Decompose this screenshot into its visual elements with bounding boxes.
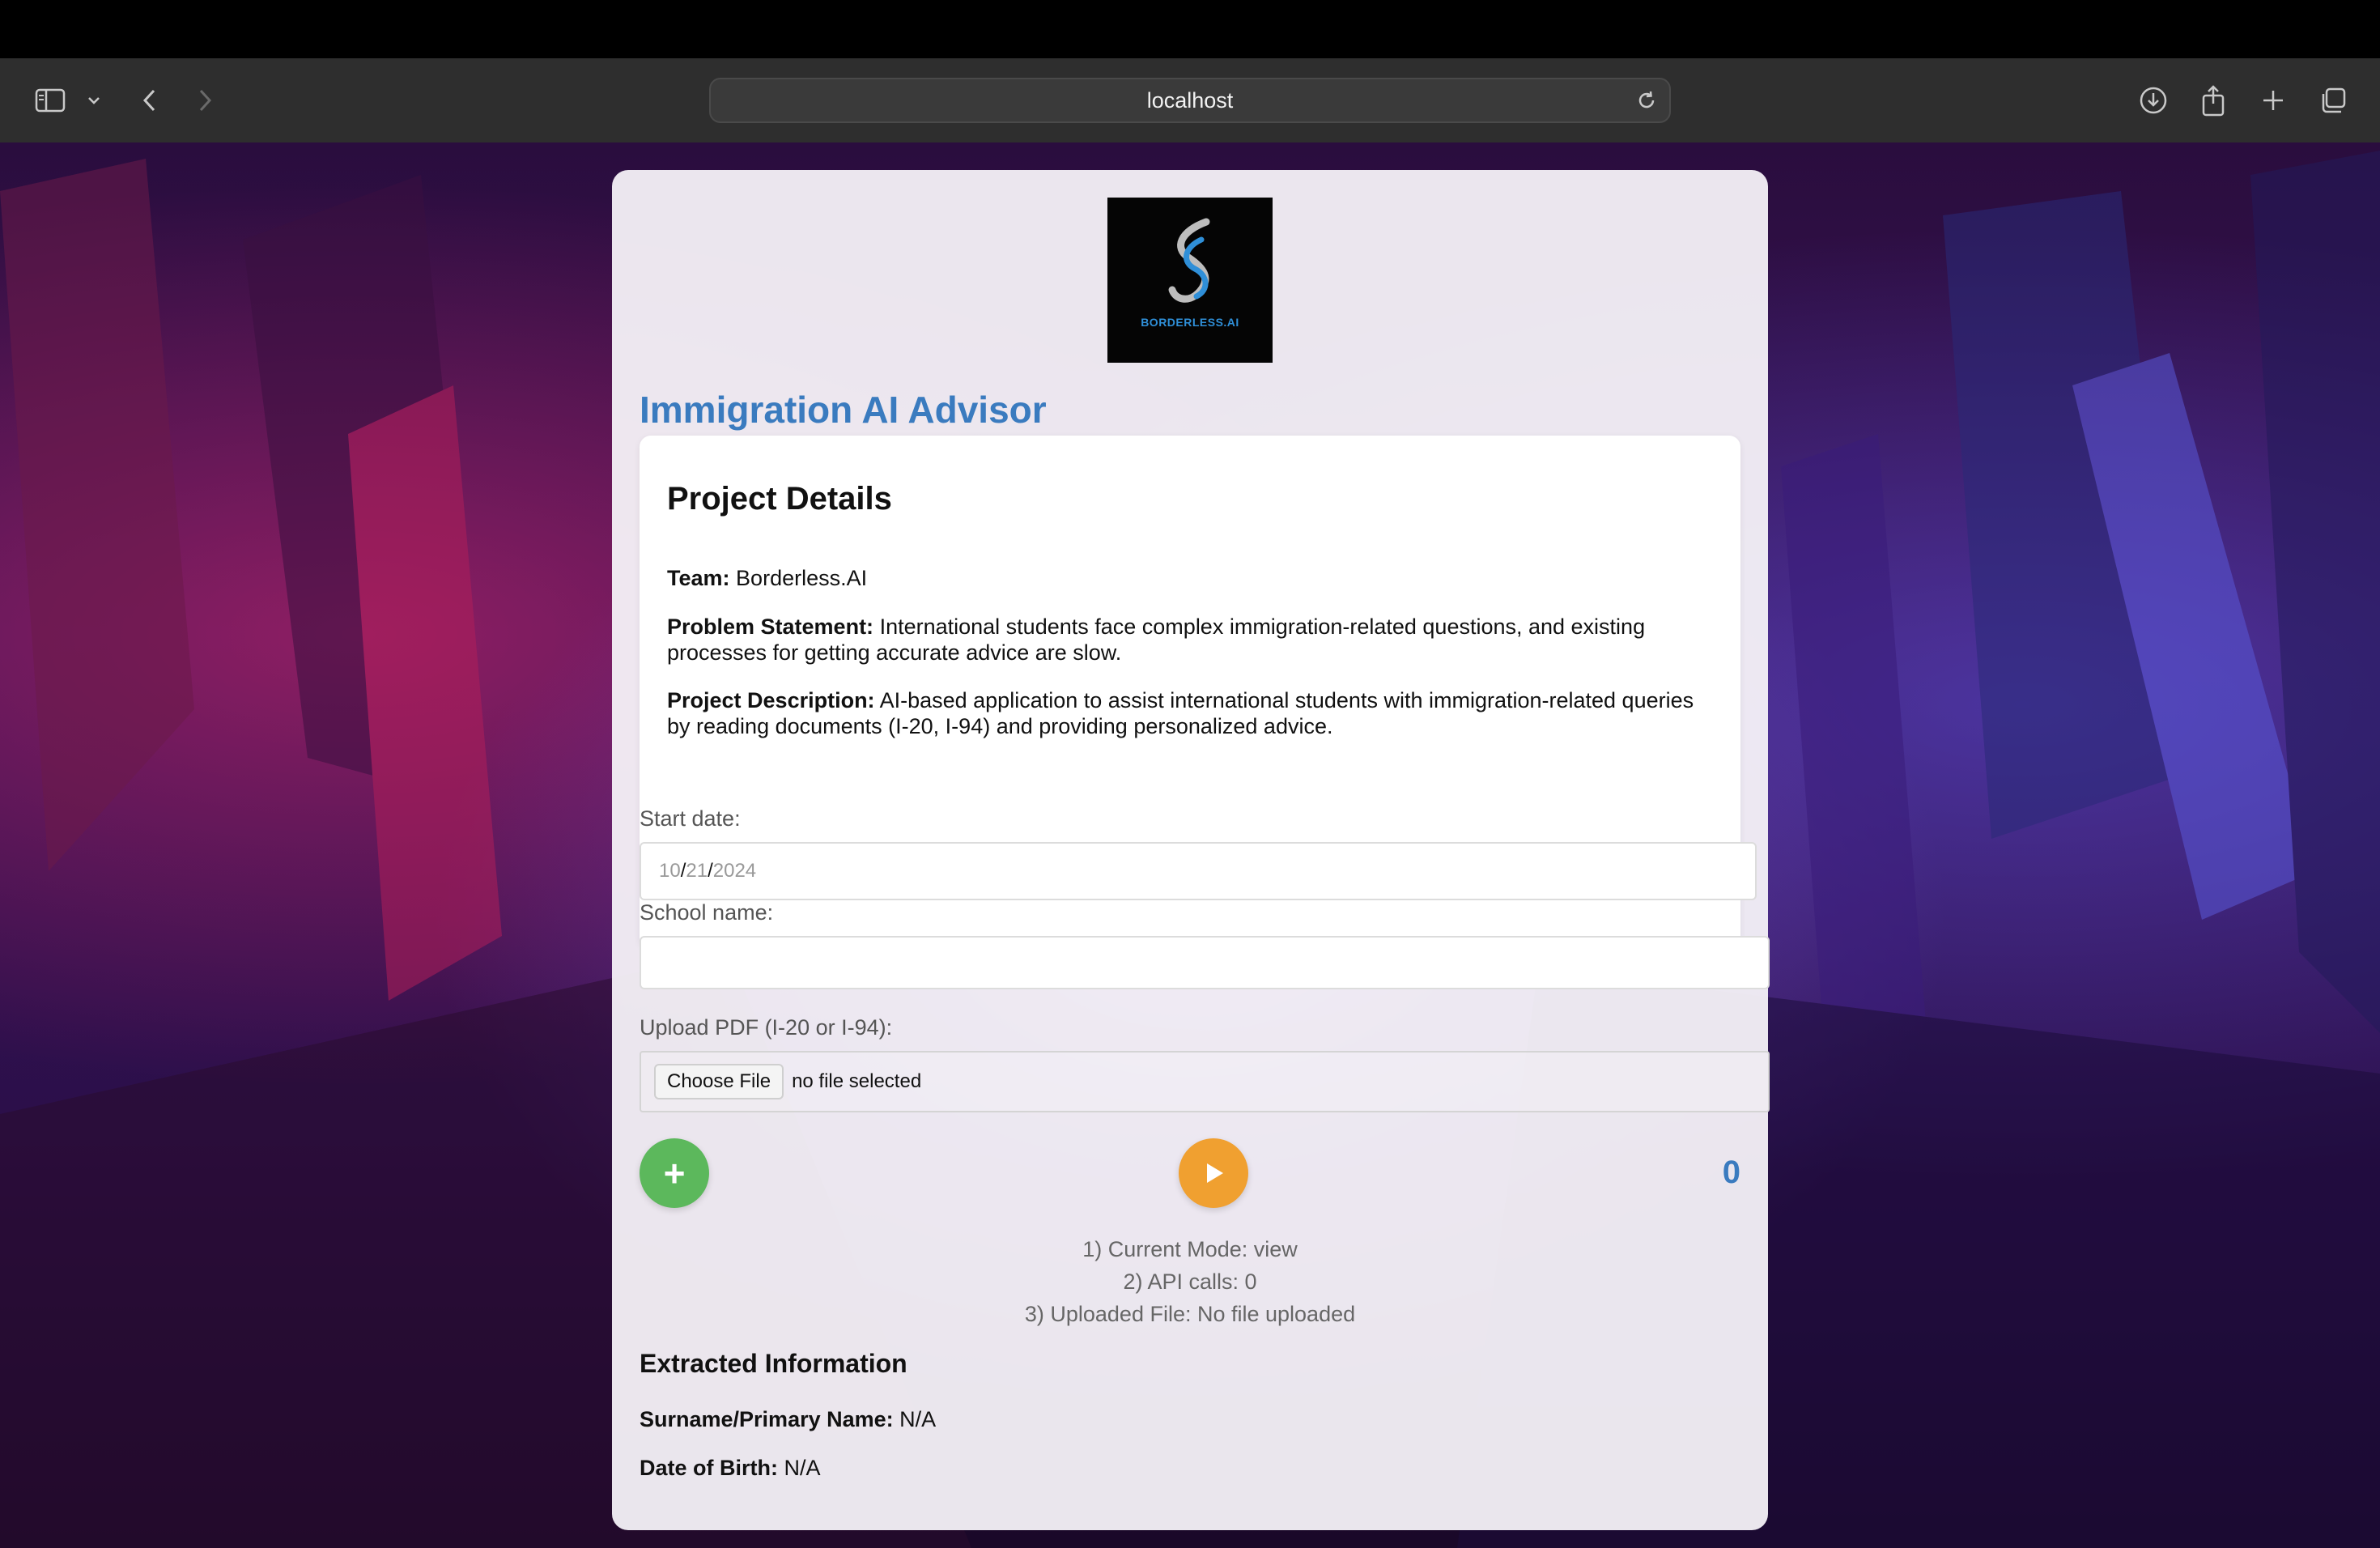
main-card: BORDERLESS.AI Immigration AI Advisor Pro… bbox=[612, 170, 1770, 1530]
school-name-input[interactable] bbox=[640, 936, 1770, 989]
counter-value: 0 bbox=[1722, 1155, 1740, 1190]
start-date-input[interactable]: 10/21/2024 bbox=[640, 842, 1757, 900]
play-button[interactable] bbox=[1179, 1138, 1248, 1208]
project-description-label: Project Description: bbox=[667, 688, 875, 712]
problem-statement-row: Problem Statement: International student… bbox=[667, 614, 1711, 666]
surname-label: Surname/Primary Name: bbox=[640, 1407, 894, 1431]
dob-value: N/A bbox=[784, 1456, 821, 1480]
date-day[interactable]: 21 bbox=[686, 860, 708, 882]
date-month[interactable]: 10 bbox=[659, 860, 681, 882]
forward-icon[interactable] bbox=[193, 58, 219, 142]
team-value: Borderless.AI bbox=[736, 566, 868, 590]
new-tab-icon[interactable] bbox=[2257, 58, 2289, 142]
logo-mark-icon bbox=[1168, 218, 1210, 303]
share-icon[interactable] bbox=[2197, 58, 2229, 142]
date-separator: / bbox=[708, 860, 713, 882]
app-title: Immigration AI Advisor bbox=[640, 389, 1047, 431]
upload-pdf-label: Upload PDF (I-20 or I-94): bbox=[640, 1015, 893, 1040]
surname-value: N/A bbox=[899, 1407, 937, 1431]
school-name-label: School name: bbox=[640, 900, 774, 925]
logo-text: BORDERLESS.AI bbox=[1141, 316, 1239, 329]
uploaded-file-text: 3) Uploaded File: No file uploaded bbox=[1024, 1302, 1356, 1326]
add-button[interactable]: + bbox=[640, 1138, 709, 1208]
reload-icon[interactable] bbox=[1635, 79, 1658, 121]
extracted-info-heading: Extracted Information bbox=[640, 1349, 907, 1378]
window-titlebar bbox=[0, 0, 2380, 58]
current-mode-text: 1) Current Mode: view bbox=[1082, 1237, 1298, 1261]
browser-toolbar: localhost bbox=[0, 58, 2380, 143]
back-icon[interactable] bbox=[136, 58, 162, 142]
chevron-down-icon[interactable] bbox=[83, 58, 105, 142]
file-upload-field[interactable]: Choose File no file selected bbox=[640, 1051, 1770, 1112]
dob-label: Date of Birth: bbox=[640, 1456, 778, 1480]
problem-statement-label: Problem Statement: bbox=[667, 615, 874, 639]
file-status-text: no file selected bbox=[792, 1070, 922, 1092]
project-details-heading: Project Details bbox=[667, 481, 892, 517]
api-calls-text: 2) API calls: 0 bbox=[1123, 1269, 1257, 1294]
play-icon bbox=[1207, 1163, 1223, 1183]
url-text: localhost bbox=[1146, 87, 1234, 113]
start-date-label: Start date: bbox=[640, 806, 741, 831]
date-separator: / bbox=[680, 860, 686, 882]
team-row: Team: Borderless.AI bbox=[667, 565, 1711, 591]
tabs-overview-icon[interactable] bbox=[2317, 58, 2349, 142]
team-label: Team: bbox=[667, 566, 730, 590]
sidebar-icon[interactable] bbox=[31, 58, 70, 142]
surname-row: Surname/Primary Name: N/A bbox=[640, 1407, 936, 1432]
dob-row: Date of Birth: N/A bbox=[640, 1456, 821, 1481]
date-year[interactable]: 2024 bbox=[713, 860, 756, 882]
choose-file-button[interactable]: Choose File bbox=[654, 1064, 784, 1099]
app-logo: BORDERLESS.AI bbox=[1107, 198, 1273, 363]
download-icon[interactable] bbox=[2137, 58, 2170, 142]
address-bar[interactable]: localhost bbox=[709, 78, 1671, 123]
project-description-row: Project Description: AI-based applicatio… bbox=[667, 687, 1711, 739]
